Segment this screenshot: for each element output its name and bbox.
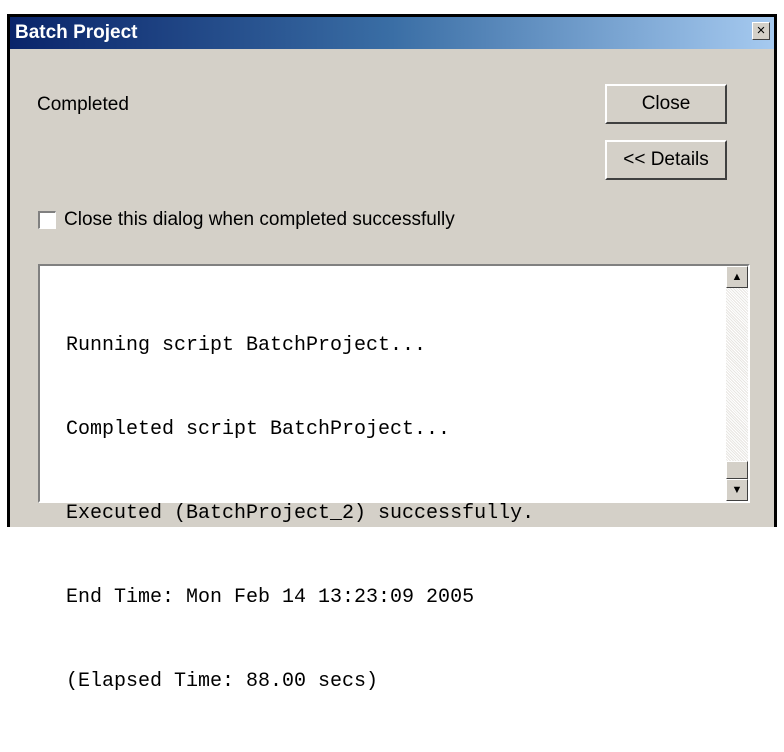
- log-line: Executed (BatchProject_2) successfully.: [66, 502, 535, 525]
- status-label: Completed: [37, 94, 129, 115]
- batch-project-dialog: Batch Project × Completed Close << Detai…: [7, 14, 777, 693]
- scroll-up-icon[interactable]: ▲: [726, 266, 748, 288]
- log-line: (Elapsed Time: 88.00 secs): [66, 670, 379, 693]
- log-output[interactable]: Running script BatchProject... Completed…: [38, 264, 750, 693]
- scrollbar-thumb[interactable]: [726, 461, 748, 479]
- log-line: Running script BatchProject...: [66, 334, 427, 357]
- scroll-down-icon[interactable]: ▼: [726, 479, 748, 501]
- close-on-success-checkbox[interactable]: [38, 211, 56, 229]
- title-bar[interactable]: Batch Project ×: [10, 17, 774, 49]
- close-icon[interactable]: ×: [752, 22, 770, 40]
- log-line: End Time: Mon Feb 14 13:23:09 2005: [66, 586, 475, 609]
- details-button[interactable]: << Details: [605, 140, 727, 180]
- log-line: Completed script BatchProject...: [66, 418, 451, 441]
- vertical-scrollbar[interactable]: ▲ ▼: [726, 266, 748, 501]
- close-on-success-label[interactable]: Close this dialog when completed success…: [64, 209, 455, 231]
- log-lines: Running script BatchProject... Completed…: [66, 276, 714, 752]
- close-button[interactable]: Close: [605, 84, 727, 124]
- window-title: Batch Project: [15, 22, 138, 43]
